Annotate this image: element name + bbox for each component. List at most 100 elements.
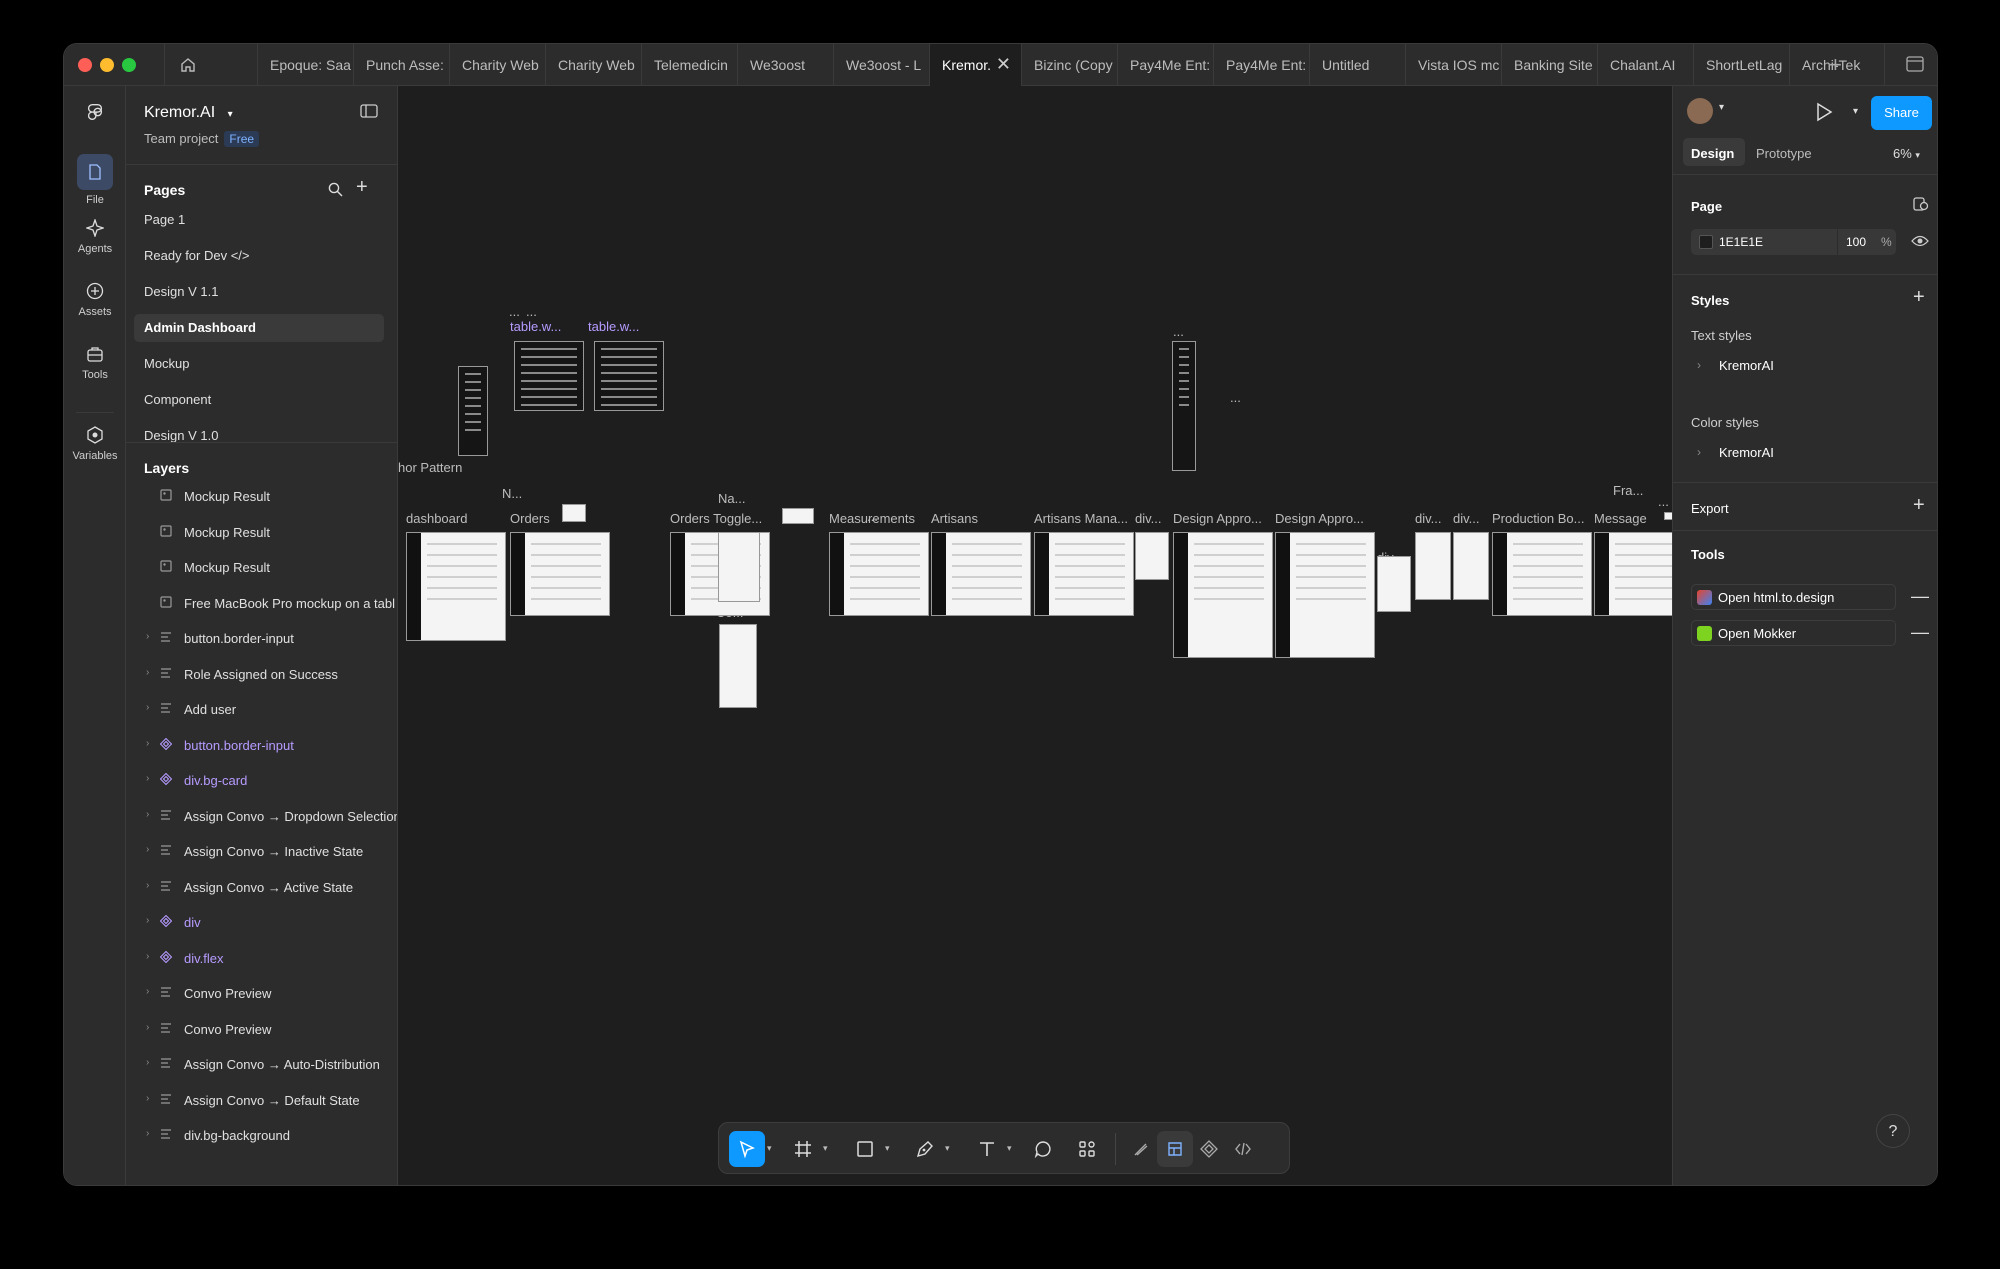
draw-mode-button[interactable]	[1123, 1131, 1159, 1167]
frame-label[interactable]: Fra...	[1613, 483, 1643, 498]
frame-label[interactable]: Design Appro...	[1173, 511, 1262, 526]
page-color-field[interactable]: 1E1E1E 100 %	[1691, 229, 1896, 255]
layer-row[interactable]: › Convo Preview	[126, 979, 397, 1007]
add-page-icon[interactable]: +	[356, 176, 368, 199]
share-button[interactable]: Share	[1871, 96, 1932, 130]
layer-row[interactable]: › Role Assigned on Success	[126, 660, 397, 688]
pen-tool-button[interactable]	[907, 1131, 943, 1167]
canvas-frame-thumbnail[interactable]	[1377, 556, 1411, 612]
page-color-value[interactable]: 1E1E1E	[1719, 235, 1763, 249]
add-tab-icon[interactable]: +	[1829, 52, 1842, 78]
layer-row[interactable]: › button.border-input	[126, 624, 397, 652]
chevron-down-icon[interactable]: ▾	[885, 1143, 890, 1154]
frame-label[interactable]: Design Appro...	[1275, 511, 1364, 526]
canvas-frame-thumbnail[interactable]	[829, 532, 929, 616]
tab[interactable]: Bizinc (Copy	[1021, 44, 1117, 86]
canvas-frame-thumbnail[interactable]	[1492, 532, 1592, 616]
canvas-frame-thumbnail[interactable]	[406, 532, 506, 641]
open-mokker-button[interactable]: Open Mokker	[1691, 620, 1896, 646]
chevron-down-icon[interactable]: ▾	[1719, 102, 1724, 113]
canvas-frame-thumbnail[interactable]	[718, 532, 760, 602]
panel-toggle-icon[interactable]	[360, 104, 378, 123]
tab[interactable]: We3oost	[737, 44, 833, 86]
color-style-item[interactable]: KremorAI	[1719, 445, 1774, 460]
color-swatch[interactable]	[1699, 235, 1713, 249]
layer-row[interactable]: › Assign Convo → Inactive State	[126, 837, 397, 865]
layer-row[interactable]: Mockup Result	[126, 553, 397, 581]
tab[interactable]: Pay4Me Ent:	[1117, 44, 1213, 86]
chevron-right-icon[interactable]: ›	[146, 738, 149, 749]
frame-label[interactable]: hor Pattern	[398, 460, 462, 475]
chevron-right-icon[interactable]: ›	[1697, 358, 1701, 372]
page-item[interactable]: Component	[134, 386, 384, 414]
chevron-right-icon[interactable]: ›	[146, 1093, 149, 1104]
chevron-right-icon[interactable]: ›	[146, 773, 149, 784]
home-button[interactable]	[164, 44, 210, 86]
tab[interactable]: We3oost - L	[833, 44, 929, 86]
page-item[interactable]: Mockup	[134, 350, 384, 378]
remove-tool-icon[interactable]: —	[1911, 586, 1929, 607]
canvas-frame-thumbnail[interactable]	[514, 341, 584, 411]
canvas-frame-thumbnail[interactable]	[1594, 532, 1672, 616]
layer-row[interactable]: › div.flex	[126, 944, 397, 972]
chevron-right-icon[interactable]: ›	[146, 702, 149, 713]
layer-row[interactable]: › Assign Convo → Dropdown Selection	[126, 802, 397, 830]
page-item[interactable]: Page 1	[134, 206, 384, 234]
add-export-icon[interactable]: +	[1913, 494, 1925, 517]
rail-file[interactable]: File	[64, 154, 126, 206]
frame-label[interactable]: ...	[1173, 324, 1184, 339]
frame-label[interactable]: ...	[509, 304, 520, 319]
close-window-button[interactable]	[78, 58, 92, 72]
shape-tool-button[interactable]	[847, 1131, 883, 1167]
project-name[interactable]: Kremor.AI ▾	[144, 104, 233, 122]
canvas-frame-thumbnail[interactable]	[458, 366, 488, 456]
chevron-right-icon[interactable]: ›	[146, 880, 149, 891]
minimize-window-button[interactable]	[100, 58, 114, 72]
chevron-right-icon[interactable]: ›	[146, 809, 149, 820]
page-item[interactable]: Design V 1.0	[134, 422, 384, 450]
text-tool-button[interactable]	[969, 1131, 1005, 1167]
frame-label[interactable]: Orders	[510, 511, 550, 526]
rail-agents[interactable]: Agents	[64, 219, 126, 255]
chevron-down-icon[interactable]: ▾	[1853, 106, 1858, 117]
frame-label[interactable]: ...	[1230, 390, 1241, 405]
frame-label[interactable]: Production Bo...	[1492, 511, 1585, 526]
tab-design[interactable]: Design	[1691, 146, 1734, 161]
chevron-right-icon[interactable]: ›	[1697, 445, 1701, 459]
layer-row[interactable]: › Assign Convo → Auto-Distribution	[126, 1050, 397, 1078]
frame-label[interactable]: div...	[1415, 511, 1442, 526]
frame-label[interactable]: ...	[1658, 494, 1669, 509]
tab[interactable]: Punch Asse:	[353, 44, 449, 86]
layer-row[interactable]: › Add user	[126, 695, 397, 723]
chevron-down-icon[interactable]: ▾	[767, 1143, 772, 1154]
frame-label[interactable]: Artisans	[931, 511, 978, 526]
frame-tool-button[interactable]	[785, 1131, 821, 1167]
canvas-frame-thumbnail[interactable]	[1172, 341, 1196, 471]
tab-prototype[interactable]: Prototype	[1756, 146, 1812, 161]
open-html-to-design-button[interactable]: Open html.to.design	[1691, 584, 1896, 610]
frame-label[interactable]: table.w...	[510, 319, 561, 334]
present-button[interactable]	[1815, 102, 1833, 127]
rail-variables[interactable]: Variables	[64, 426, 126, 462]
chevron-right-icon[interactable]: ›	[146, 1022, 149, 1033]
chevron-right-icon[interactable]: ›	[146, 951, 149, 962]
layer-row[interactable]: › div	[126, 908, 397, 936]
chevron-right-icon[interactable]: ›	[146, 1128, 149, 1139]
layer-row[interactable]: › button.border-input	[126, 731, 397, 759]
chevron-right-icon[interactable]: ›	[146, 631, 149, 642]
frame-label[interactable]: table.w...	[588, 319, 639, 334]
chevron-right-icon[interactable]: ›	[146, 844, 149, 855]
tab[interactable]: Charity Web	[449, 44, 545, 86]
frame-label[interactable]: N...	[502, 486, 522, 501]
avatar[interactable]	[1687, 98, 1713, 124]
frame-label[interactable]: Message	[1594, 511, 1647, 526]
design-mode-button[interactable]	[1157, 1131, 1193, 1167]
canvas-frame-thumbnail[interactable]	[1453, 532, 1489, 600]
frame-label[interactable]: ...	[526, 304, 537, 319]
chevron-down-icon[interactable]: ▾	[823, 1143, 828, 1154]
layer-row[interactable]: Mockup Result	[126, 518, 397, 546]
layer-row[interactable]: › Convo Preview	[126, 1015, 397, 1043]
chevron-right-icon[interactable]: ›	[146, 915, 149, 926]
chevron-down-icon[interactable]: ▾	[1007, 1143, 1012, 1154]
tab[interactable]: Untitled	[1309, 44, 1405, 86]
